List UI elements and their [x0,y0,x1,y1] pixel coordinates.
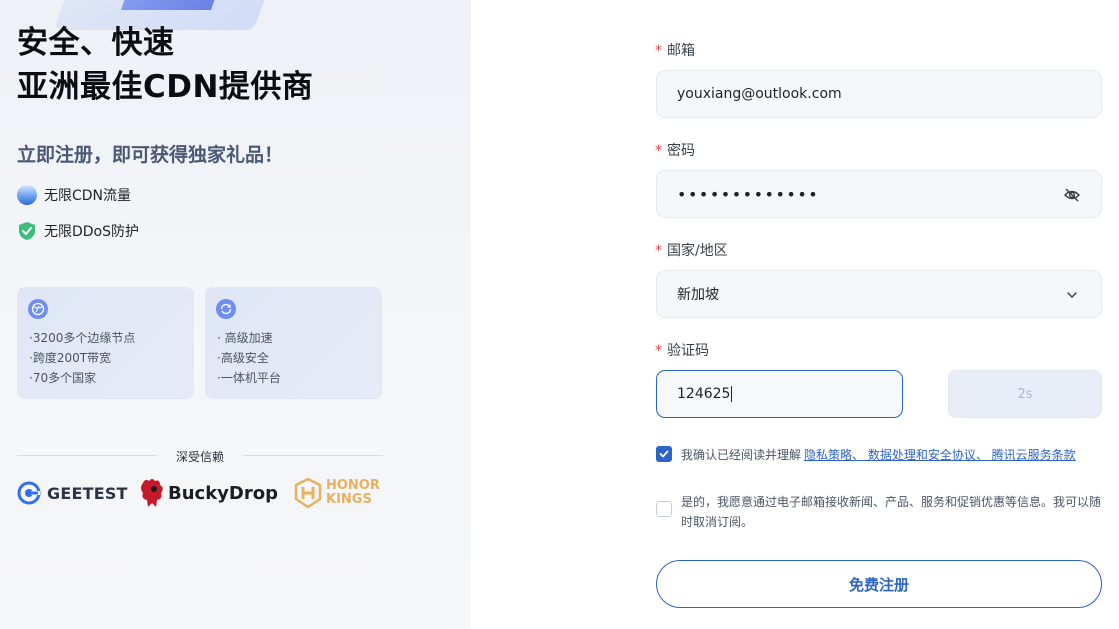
register-button[interactable]: 免费注册 [656,560,1102,608]
country-label-text: 国家/地区 [667,243,728,259]
country-label: * 国家/地区 [655,240,728,260]
required-mark: * [655,143,662,159]
feature-cdn-label: 无限CDN流量 [44,188,132,204]
required-mark: * [655,343,662,359]
password-value: ••••••••••••• [677,184,820,204]
eye-slash-icon[interactable] [1063,186,1081,204]
feature-ddos-label: 无限DDoS防护 [44,224,140,240]
email-label-text: 邮箱 [667,43,695,59]
geetest-logo-text: GEETEST [47,483,128,503]
email-value: youxiang@outlook.com [677,86,842,102]
trust-divider: 深受信赖 [17,446,383,466]
consent-marketing-row: 是的，我愿意通过电子邮箱接收新闻、产品、服务和促销优惠等信息。我可以随时取消订阅… [656,492,1103,532]
verification-code-input[interactable]: 124625 [656,370,903,418]
trust-label: 深受信赖 [175,450,224,464]
hero-title-line2: 亚洲最佳CDN提供商 [17,69,314,105]
feature-ddos: 无限DDoS防护 [17,221,139,241]
country-value: 新加坡 [677,287,719,303]
card-line: ·一体机平台 [217,371,281,385]
required-mark: * [655,243,662,259]
promo-text: 立即注册，即可获得独家礼品！ [17,144,284,166]
country-select[interactable]: 新加坡 [656,270,1102,318]
honor-logo-line1: HONOR [326,478,380,493]
terms-checkbox[interactable] [656,446,672,462]
password-field[interactable]: ••••••••••••• [656,170,1102,218]
hero-title: 安全、快速 亚洲最佳CDN提供商 [17,21,313,109]
password-label-text: 密码 [667,143,695,159]
shield-check-icon [17,221,37,241]
hero-title-line1: 安全、快速 [17,25,175,61]
card-line: ·3200多个边缘节点 [29,331,136,345]
chevron-down-icon [1065,288,1079,302]
feature-card-acceleration: · 高级加速 ·高级安全 ·一体机平台 [205,287,382,399]
password-label: * 密码 [655,140,695,160]
honor-of-kings-logo: HONOR KINGS [293,477,380,509]
consent-terms-row: 我确认已经阅读并理解 隐私策略、 数据处理和安全协议、 腾讯云服务条款 [656,446,1076,463]
feature-cdn: 无限CDN流量 [17,185,131,205]
marketing-text: 是的，我愿意通过电子邮箱接收新闻、产品、服务和促销优惠等信息。我可以随时取消订阅… [681,495,1102,529]
speed-cycle-icon [216,299,236,319]
email-field[interactable]: youxiang@outlook.com [656,70,1102,118]
send-code-button[interactable]: 2s [948,370,1102,418]
card-line: · 高级加速 [217,331,273,345]
card-line: ·70多个国家 [29,371,97,385]
honor-logo-line2: KINGS [326,492,372,507]
terms-text: 我确认已经阅读并理解 隐私策略、 数据处理和安全协议、 腾讯云服务条款 [681,446,1076,463]
code-label: * 验证码 [655,340,709,360]
card-line: ·跨度200T带宽 [29,351,112,365]
code-value: 124625 [677,386,731,402]
marketing-checkbox[interactable] [656,501,672,517]
buckydrop-logo-text: BuckyDrop [168,482,278,504]
buckydrop-logo: BuckyDrop [139,477,278,509]
terms-links[interactable]: 隐私策略、 数据处理和安全协议、 腾讯云服务条款 [804,448,1076,462]
terms-prefix: 我确认已经阅读并理解 [681,448,802,462]
card-line: ·高级安全 [217,351,269,365]
divider-line [243,455,383,456]
code-label-text: 验证码 [667,343,709,359]
text-caret [731,386,733,402]
required-mark: * [655,43,662,59]
partner-logos: GEETEST BuckyDrop HONOR KINGS [17,475,387,511]
network-globe-icon [28,299,48,319]
honor-of-kings-logo-text: HONOR KINGS [326,479,380,507]
promo-panel: 安全、快速 亚洲最佳CDN提供商 立即注册，即可获得独家礼品！ 无限CDN流量 … [0,0,471,629]
email-label: * 邮箱 [655,40,695,60]
feature-card-network: ·3200多个边缘节点 ·跨度200T带宽 ·70多个国家 [17,287,194,399]
geetest-logo: GEETEST [17,481,128,505]
cdn-globe-icon [17,185,37,205]
